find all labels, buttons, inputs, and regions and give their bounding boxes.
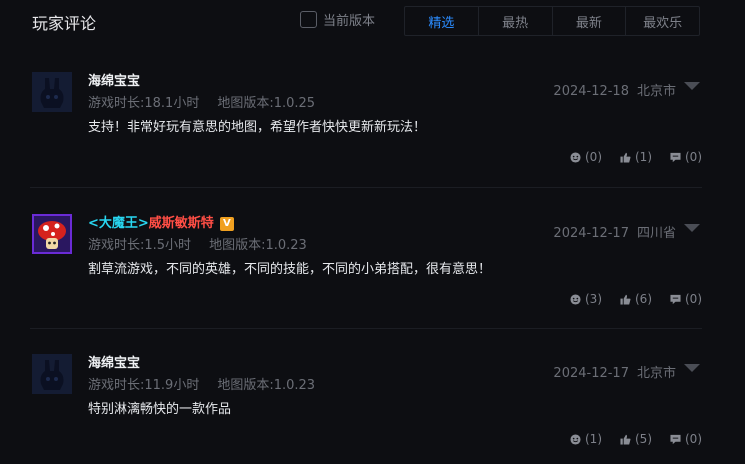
comment-divider bbox=[30, 187, 702, 188]
comment-bubble-icon bbox=[670, 294, 681, 304]
comment-actions: (0) (1) (0) bbox=[570, 150, 702, 164]
mushroom-avatar-icon[interactable] bbox=[32, 214, 72, 254]
reply-count: (0) bbox=[685, 292, 702, 306]
chevron-down-icon[interactable] bbox=[684, 364, 700, 372]
page-title: 玩家评论 bbox=[32, 14, 97, 33]
like-button[interactable]: (1) bbox=[620, 150, 652, 164]
comment-item: <大魔王>威斯敏斯特 V 游戏时长:1.5小时 地图版本:1.0.23 2024-1… bbox=[30, 214, 702, 324]
sort-tabs: 精选 最热 最新 最欢乐 bbox=[404, 6, 700, 36]
rabbit-avatar-icon[interactable] bbox=[32, 72, 72, 112]
rabbit-avatar-icon[interactable] bbox=[32, 354, 72, 394]
comment-text: 割草流游戏，不同的英雄，不同的技能，不同的小弟搭配，很有意思！ bbox=[88, 262, 492, 277]
comment-item: 海绵宝宝 游戏时长:18.1小时 地图版本:1.0.25 2024-12-18 北京… bbox=[30, 72, 702, 182]
like-button[interactable]: (5) bbox=[620, 432, 652, 446]
chevron-down-icon[interactable] bbox=[684, 82, 700, 90]
user-name-text: 威斯敏斯特 bbox=[148, 216, 214, 231]
play-time: 游戏时长:1.5小时 bbox=[88, 238, 192, 253]
comment-text: 支持！非常好玩有意思的地图，希望作者快快更新新玩法！ bbox=[88, 120, 427, 135]
like-count: (6) bbox=[635, 292, 652, 306]
play-time: 游戏时长:11.9小时 bbox=[88, 378, 200, 393]
happy-button[interactable]: (3) bbox=[570, 292, 602, 306]
happy-button[interactable]: (1) bbox=[570, 432, 602, 446]
comment-bubble-icon bbox=[670, 434, 681, 444]
tab-newest[interactable]: 最新 bbox=[553, 7, 627, 35]
map-version: 地图版本:1.0.23 bbox=[209, 238, 307, 253]
comment-location: 四川省 bbox=[636, 226, 676, 241]
comment-location: 北京市 bbox=[636, 366, 676, 381]
happy-count: (0) bbox=[585, 150, 602, 164]
tab-hottest[interactable]: 最热 bbox=[479, 7, 553, 35]
vip-badge: V bbox=[219, 217, 234, 231]
reply-button[interactable]: (0) bbox=[670, 292, 702, 306]
guild-tag: <大魔王> bbox=[88, 216, 149, 231]
comment-meta: 游戏时长:1.5小时 地图版本:1.0.23 bbox=[88, 234, 307, 253]
tab-funniest[interactable]: 最欢乐 bbox=[626, 7, 699, 35]
user-name[interactable]: <大魔王>威斯敏斯特 V bbox=[88, 212, 234, 231]
comment-date-location: 2024-12-17 北京市 bbox=[553, 362, 676, 381]
play-time: 游戏时长:18.1小时 bbox=[88, 96, 200, 111]
comment-date: 2024-12-17 bbox=[553, 226, 629, 241]
happy-button[interactable]: (0) bbox=[570, 150, 602, 164]
current-version-checkbox[interactable] bbox=[300, 11, 317, 28]
comment-item: 海绵宝宝 游戏时长:11.9小时 地图版本:1.0.23 2024-12-17 北京… bbox=[30, 354, 702, 464]
thumbs-up-icon bbox=[620, 152, 631, 163]
reply-count: (0) bbox=[685, 432, 702, 446]
comment-date: 2024-12-17 bbox=[553, 366, 629, 381]
happy-count: (1) bbox=[585, 432, 602, 446]
comment-meta: 游戏时长:18.1小时 地图版本:1.0.25 bbox=[88, 92, 315, 111]
user-name[interactable]: 海绵宝宝 bbox=[88, 352, 140, 371]
comment-bubble-icon bbox=[670, 152, 681, 162]
like-count: (5) bbox=[635, 432, 652, 446]
comments-header: 玩家评论 当前版本 精选 最热 最新 最欢乐 bbox=[0, 0, 745, 44]
user-name[interactable]: 海绵宝宝 bbox=[88, 70, 140, 89]
map-version: 地图版本:1.0.23 bbox=[217, 378, 316, 393]
current-version-label: 当前版本 bbox=[323, 14, 376, 29]
like-count: (1) bbox=[635, 150, 652, 164]
comment-date-location: 2024-12-17 四川省 bbox=[553, 222, 676, 241]
comment-actions: (1) (5) (0) bbox=[570, 432, 702, 446]
thumbs-up-icon bbox=[620, 434, 631, 445]
smile-face-icon bbox=[570, 433, 581, 445]
smile-face-icon bbox=[570, 151, 581, 163]
reply-button[interactable]: (0) bbox=[670, 432, 702, 446]
comment-text: 特别淋漓畅快的一款作品 bbox=[88, 402, 232, 417]
current-version-filter[interactable]: 当前版本 bbox=[300, 10, 375, 29]
reply-count: (0) bbox=[685, 150, 702, 164]
comment-date-location: 2024-12-18 北京市 bbox=[553, 80, 676, 99]
happy-count: (3) bbox=[585, 292, 602, 306]
reply-button[interactable]: (0) bbox=[670, 150, 702, 164]
comment-date: 2024-12-18 bbox=[553, 84, 629, 99]
comment-divider bbox=[30, 328, 702, 329]
chevron-down-icon[interactable] bbox=[684, 224, 700, 232]
map-version: 地图版本:1.0.25 bbox=[217, 96, 316, 111]
comment-location: 北京市 bbox=[636, 84, 676, 99]
comment-actions: (3) (6) (0) bbox=[570, 292, 702, 306]
smile-face-icon bbox=[570, 293, 581, 305]
tab-featured[interactable]: 精选 bbox=[405, 7, 479, 35]
thumbs-up-icon bbox=[620, 294, 631, 305]
like-button[interactable]: (6) bbox=[620, 292, 652, 306]
comment-meta: 游戏时长:11.9小时 地图版本:1.0.23 bbox=[88, 374, 315, 393]
